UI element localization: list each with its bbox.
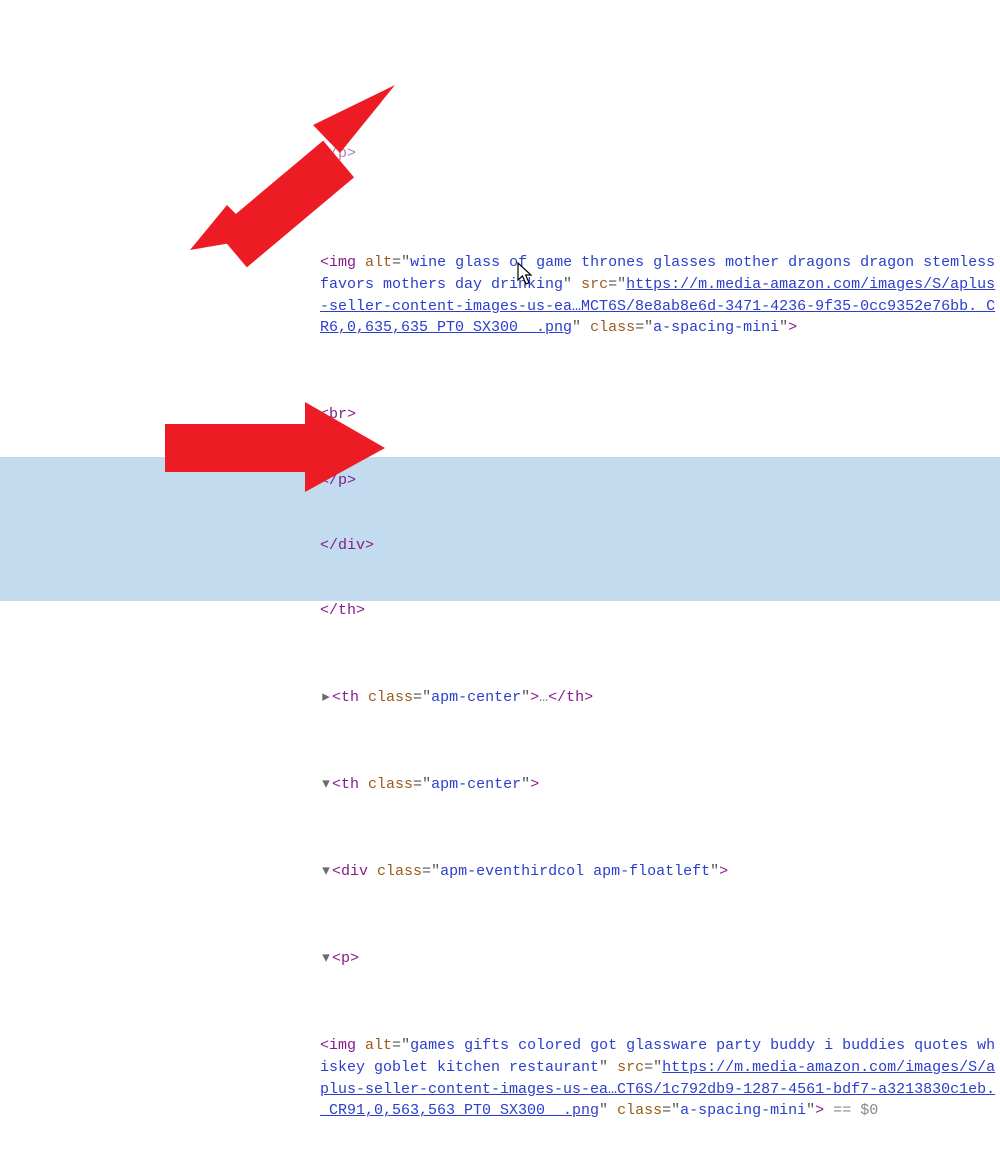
mouse-cursor-icon — [517, 262, 535, 294]
close-div-1[interactable]: </div> — [320, 535, 1000, 557]
img-tag-2-selected[interactable]: <img alt="games gifts colored got glassw… — [320, 1035, 1000, 1122]
annotation-arrow-1 — [165, 85, 395, 275]
devtools-eq-zero: == $0 — [833, 1102, 878, 1119]
img-tag-1[interactable]: <img alt="wine glass of game thrones gla… — [320, 252, 1000, 339]
th-expanded[interactable]: ▾<th class="apm-center"> — [320, 774, 1000, 796]
div-expanded[interactable]: ▾<div class="apm-eventhirdcol apm-floatl… — [320, 861, 1000, 883]
expand-triangle-icon[interactable]: ▾ — [320, 948, 332, 970]
devtools-elements[interactable]: </p> <img alt="wine glass of game throne… — [320, 90, 1000, 1166]
th-collapsed[interactable]: ▸<th class="apm-center">…</th> — [320, 687, 1000, 709]
expand-triangle-icon[interactable]: ▾ — [320, 861, 332, 883]
p-expanded[interactable]: ▾<p> — [320, 948, 1000, 970]
clipped-top: </p> — [320, 143, 1000, 165]
close-p-1[interactable]: </p> — [320, 470, 1000, 492]
expand-triangle-icon[interactable]: ▾ — [320, 774, 332, 796]
annotation-arrow-2 — [165, 402, 385, 492]
close-th-1[interactable]: </th> — [320, 600, 1000, 622]
br-tag[interactable]: <br> — [320, 404, 1000, 426]
collapse-triangle-icon[interactable]: ▸ — [320, 687, 332, 709]
